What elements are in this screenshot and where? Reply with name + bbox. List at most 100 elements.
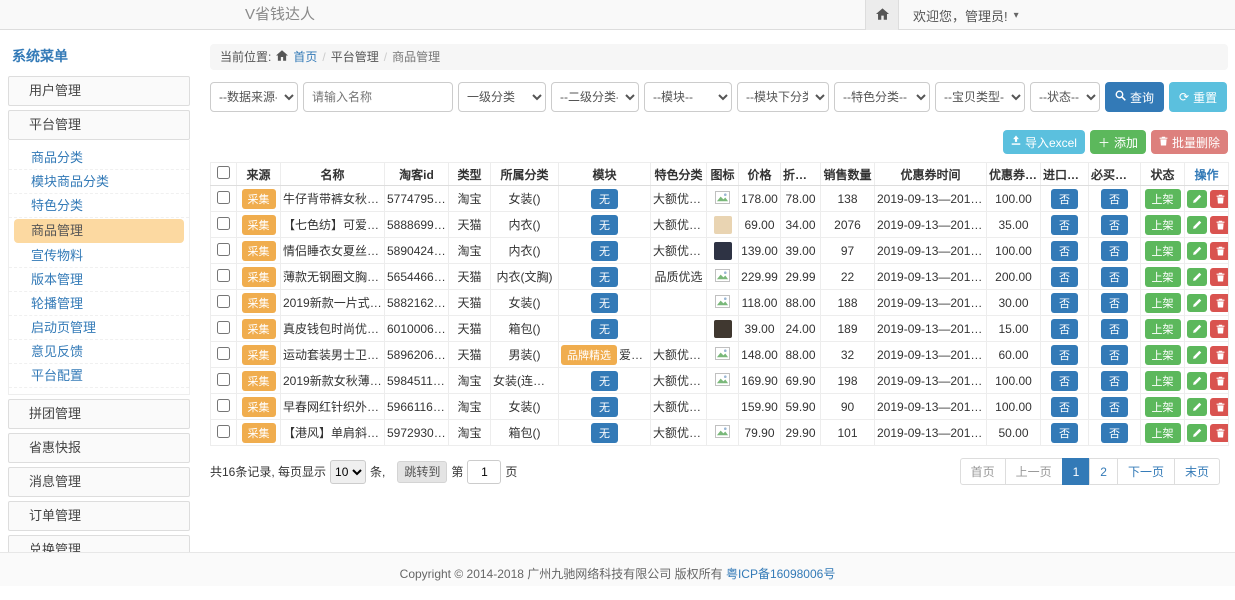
must-buy-toggle[interactable]: 否 — [1101, 215, 1128, 235]
row-checkbox[interactable] — [217, 217, 230, 230]
filter-module[interactable]: --模块-- — [644, 82, 732, 112]
status-toggle[interactable]: 上架 — [1145, 423, 1181, 443]
edit-button[interactable] — [1187, 268, 1207, 286]
sidebar-item[interactable]: 商品管理 — [14, 219, 184, 243]
row-checkbox[interactable] — [217, 425, 230, 438]
page-button-首页[interactable]: 首页 — [960, 458, 1006, 485]
delete-button[interactable] — [1210, 190, 1229, 208]
name-search-input[interactable] — [303, 82, 453, 112]
import-select-toggle[interactable]: 否 — [1051, 215, 1078, 235]
edit-button[interactable] — [1187, 216, 1207, 234]
edit-button[interactable] — [1187, 294, 1207, 312]
status-toggle[interactable]: 上架 — [1145, 319, 1181, 339]
import-select-toggle[interactable]: 否 — [1051, 293, 1078, 313]
edit-button[interactable] — [1187, 346, 1207, 364]
edit-button[interactable] — [1187, 320, 1207, 338]
jump-button[interactable]: 跳转到 — [397, 461, 447, 483]
edit-button[interactable] — [1187, 372, 1207, 390]
delete-button[interactable] — [1210, 320, 1229, 338]
import-select-toggle[interactable]: 否 — [1051, 371, 1078, 391]
module-badge[interactable]: 无 — [591, 189, 618, 209]
batch-delete-button[interactable]: 批量删除 — [1151, 130, 1228, 154]
sidebar-item[interactable]: 版本管理 — [9, 268, 189, 292]
sidebar-item[interactable]: 轮播管理 — [9, 292, 189, 316]
must-buy-toggle[interactable]: 否 — [1101, 397, 1128, 417]
sidebar-item[interactable]: 特色分类 — [9, 194, 189, 218]
sidebar-group[interactable]: 省惠快报 — [8, 433, 190, 463]
import-select-toggle[interactable]: 否 — [1051, 423, 1078, 443]
must-buy-toggle[interactable]: 否 — [1101, 241, 1128, 261]
edit-button[interactable] — [1187, 398, 1207, 416]
import-select-toggle[interactable]: 否 — [1051, 241, 1078, 261]
sidebar-group[interactable]: 订单管理 — [8, 501, 190, 531]
module-badge[interactable]: 无 — [591, 215, 618, 235]
sidebar-item[interactable]: 意见反馈 — [9, 340, 189, 364]
sidebar-group[interactable]: 拼团管理 — [8, 399, 190, 429]
filter-category-2[interactable]: --二级分类-- — [551, 82, 639, 112]
filter-item-type[interactable]: --宝贝类型-- — [935, 82, 1025, 112]
status-toggle[interactable]: 上架 — [1145, 267, 1181, 287]
row-checkbox[interactable] — [217, 321, 230, 334]
jump-page-input[interactable] — [467, 460, 501, 484]
page-size-select[interactable]: 10 — [330, 460, 366, 484]
row-checkbox[interactable] — [217, 347, 230, 360]
filter-module-sub[interactable]: --模块下分类-- — [737, 82, 829, 112]
sidebar-item[interactable]: 平台配置 — [9, 364, 189, 388]
icp-link[interactable]: 粤ICP备16098006号 — [726, 567, 835, 581]
module-badge[interactable]: 品牌精选 — [561, 345, 617, 365]
must-buy-toggle[interactable]: 否 — [1101, 319, 1128, 339]
sidebar-item[interactable]: 模块商品分类 — [9, 170, 189, 194]
page-button-下一页[interactable]: 下一页 — [1117, 458, 1175, 485]
row-checkbox[interactable] — [217, 243, 230, 256]
must-buy-toggle[interactable]: 否 — [1101, 293, 1128, 313]
select-all-checkbox[interactable] — [217, 166, 230, 179]
module-badge[interactable]: 无 — [591, 319, 618, 339]
delete-button[interactable] — [1210, 372, 1229, 390]
must-buy-toggle[interactable]: 否 — [1101, 423, 1128, 443]
filter-feature[interactable]: --特色分类-- — [834, 82, 930, 112]
delete-button[interactable] — [1210, 216, 1229, 234]
must-buy-toggle[interactable]: 否 — [1101, 267, 1128, 287]
row-checkbox[interactable] — [217, 373, 230, 386]
row-checkbox[interactable] — [217, 191, 230, 204]
delete-button[interactable] — [1210, 398, 1229, 416]
module-badge[interactable]: 无 — [591, 371, 618, 391]
sidebar-group[interactable]: 兑换管理 — [8, 535, 190, 552]
page-button-1[interactable]: 1 — [1062, 458, 1091, 485]
module-badge[interactable]: 无 — [591, 293, 618, 313]
delete-button[interactable] — [1210, 268, 1229, 286]
breadcrumb-home-link[interactable]: 首页 — [293, 44, 317, 70]
import-excel-button[interactable]: 导入excel — [1003, 130, 1085, 154]
search-button[interactable]: 查询 — [1105, 82, 1164, 112]
delete-button[interactable] — [1210, 294, 1229, 312]
import-select-toggle[interactable]: 否 — [1051, 319, 1078, 339]
home-button[interactable] — [865, 0, 899, 30]
edit-button[interactable] — [1187, 242, 1207, 260]
add-button[interactable]: ＋ 添加 — [1090, 130, 1146, 154]
status-toggle[interactable]: 上架 — [1145, 215, 1181, 235]
sidebar-item[interactable]: 宣传物料 — [9, 244, 189, 268]
page-button-2[interactable]: 2 — [1089, 458, 1118, 485]
status-toggle[interactable]: 上架 — [1145, 345, 1181, 365]
status-toggle[interactable]: 上架 — [1145, 293, 1181, 313]
row-checkbox[interactable] — [217, 269, 230, 282]
delete-button[interactable] — [1210, 346, 1229, 364]
status-toggle[interactable]: 上架 — [1145, 371, 1181, 391]
import-select-toggle[interactable]: 否 — [1051, 267, 1078, 287]
import-select-toggle[interactable]: 否 — [1051, 397, 1078, 417]
must-buy-toggle[interactable]: 否 — [1101, 371, 1128, 391]
user-menu[interactable]: 欢迎您，管理员! ▾ — [913, 6, 1019, 25]
status-toggle[interactable]: 上架 — [1145, 189, 1181, 209]
status-toggle[interactable]: 上架 — [1145, 241, 1181, 261]
delete-button[interactable] — [1210, 424, 1229, 442]
sidebar-item[interactable]: 启动页管理 — [9, 316, 189, 340]
must-buy-toggle[interactable]: 否 — [1101, 189, 1128, 209]
sidebar-group[interactable]: 消息管理 — [8, 467, 190, 497]
filter-category-1[interactable]: 一级分类 — [458, 82, 546, 112]
edit-button[interactable] — [1187, 424, 1207, 442]
module-badge[interactable]: 无 — [591, 397, 618, 417]
sidebar-group[interactable]: 用户管理 — [8, 76, 190, 106]
import-select-toggle[interactable]: 否 — [1051, 189, 1078, 209]
sidebar-group[interactable]: 平台管理 — [8, 110, 190, 140]
module-badge[interactable]: 无 — [591, 423, 618, 443]
